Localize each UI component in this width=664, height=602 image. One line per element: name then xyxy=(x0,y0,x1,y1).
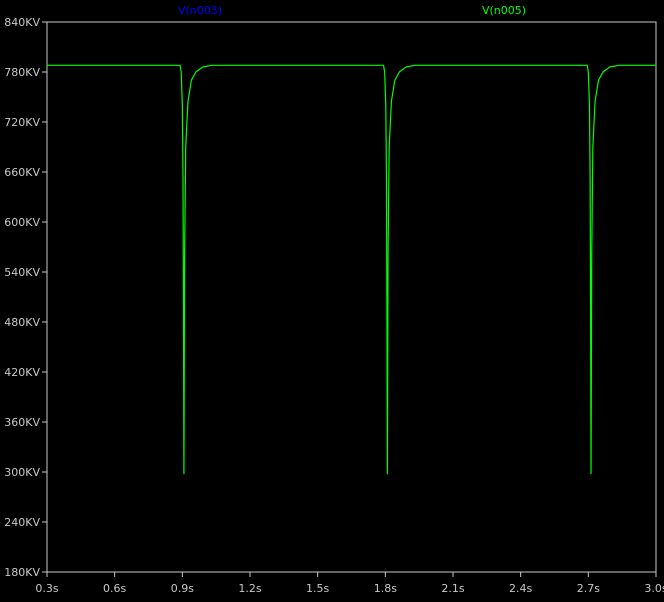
x-tick-label: 3.0s xyxy=(644,582,664,595)
x-tick-label: 0.3s xyxy=(35,582,58,595)
y-tick-label: 180KV xyxy=(4,566,40,579)
x-tick-label: 0.9s xyxy=(171,582,194,595)
y-tick-label: 480KV xyxy=(4,316,40,329)
x-tick-label: 1.8s xyxy=(374,582,397,595)
y-tick-label: 420KV xyxy=(4,366,40,379)
waveform-chart: V(n003) V(n005) 840KV 780KV 720KV 660KV 600KV… xyxy=(0,0,664,602)
x-tick-label: 0.6s xyxy=(103,582,126,595)
plot-background xyxy=(0,0,664,602)
x-tick-label: 1.2s xyxy=(238,582,261,595)
legend-label-vn005[interactable]: V(n005) xyxy=(482,4,526,17)
y-tick-label: 840KV xyxy=(4,16,40,29)
y-tick-label: 360KV xyxy=(4,416,40,429)
x-tick-label: 2.7s xyxy=(577,582,600,595)
y-tick-label: 240KV xyxy=(4,516,40,529)
legend-label-vn003[interactable]: V(n003) xyxy=(178,4,222,17)
y-tick-label: 540KV xyxy=(4,266,40,279)
y-tick-label: 300KV xyxy=(4,466,40,479)
y-tick-label: 660KV xyxy=(4,166,40,179)
x-tick-label: 2.1s xyxy=(441,582,464,595)
x-tick-label: 2.4s xyxy=(509,582,532,595)
y-tick-label: 720KV xyxy=(4,116,40,129)
y-tick-label: 600KV xyxy=(4,216,40,229)
x-tick-label: 1.5s xyxy=(306,582,329,595)
y-tick-label: 780KV xyxy=(4,66,40,79)
